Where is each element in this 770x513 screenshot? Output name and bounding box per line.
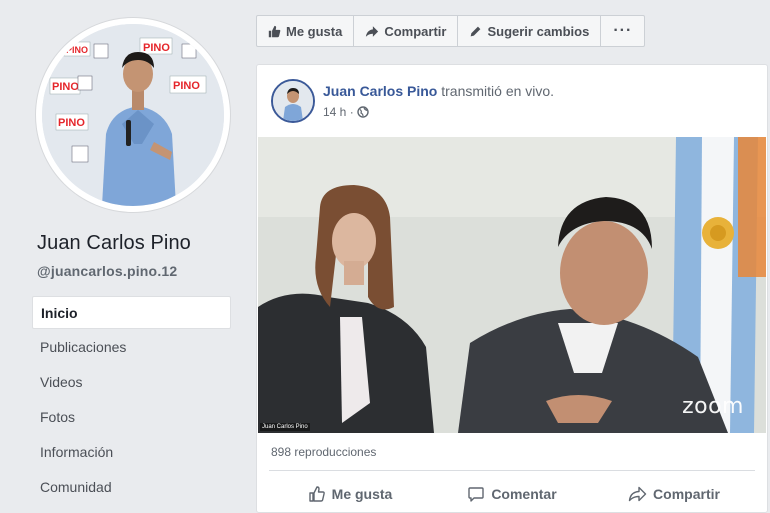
- video-frame: [258, 137, 766, 433]
- comment-button[interactable]: Comentar: [431, 477, 593, 511]
- sidebar-item-inicio[interactable]: Inicio: [32, 296, 231, 329]
- post-header: Juan Carlos Pino transmitió en vivo.: [323, 83, 554, 99]
- page-like-label: Me gusta: [286, 23, 343, 39]
- svg-text:PINO: PINO: [52, 81, 79, 93]
- view-count[interactable]: 898 reproducciones: [271, 445, 376, 459]
- post-author-avatar[interactable]: [271, 79, 315, 123]
- profile-photo-illustration: PINO PINO PINO PINO PINO: [42, 24, 224, 206]
- page-like-button[interactable]: Me gusta: [257, 16, 355, 46]
- thumbs-up-icon: [268, 25, 281, 38]
- post-meta: 14 h ·: [323, 105, 369, 119]
- profile-photo: PINO PINO PINO PINO PINO: [42, 24, 224, 206]
- comment-bubble-icon: [467, 485, 485, 503]
- share-arrow-icon: [365, 25, 379, 38]
- thumbs-up-outline-icon: [308, 485, 326, 503]
- sidebar-item-fotos[interactable]: Fotos: [32, 401, 231, 436]
- zoom-watermark: zoom: [682, 394, 744, 419]
- profile-picture[interactable]: PINO PINO PINO PINO PINO: [36, 18, 230, 212]
- post-actions-bar: Me gusta Comentar Compartir: [269, 477, 755, 511]
- share-outline-icon: [628, 486, 647, 502]
- more-options-button[interactable]: ···: [601, 16, 644, 46]
- svg-text:PINO: PINO: [58, 117, 85, 129]
- svg-text:PINO: PINO: [173, 80, 200, 92]
- live-video-post: Juan Carlos Pino transmitió en vivo. 14 …: [256, 64, 768, 513]
- suggest-edits-button[interactable]: Sugerir cambios: [458, 16, 602, 46]
- video-player[interactable]: zoom Juan Carlos Pino: [258, 137, 766, 433]
- post-like-button[interactable]: Me gusta: [269, 477, 431, 511]
- comment-label: Comentar: [491, 486, 557, 502]
- page-username[interactable]: @juancarlos.pino.12: [37, 263, 177, 279]
- page-share-button[interactable]: Compartir: [354, 16, 459, 46]
- sidebar-item-videos[interactable]: Videos: [32, 366, 231, 401]
- pencil-icon: [469, 25, 482, 38]
- page-action-toolbar: Me gusta Compartir Sugerir cambios ···: [256, 15, 646, 47]
- left-sidebar: PINO PINO PINO PINO PINO Juan Carlos Pin…: [0, 0, 243, 513]
- actions-divider: [269, 470, 755, 471]
- page-name[interactable]: Juan Carlos Pino: [37, 232, 191, 255]
- post-share-label: Compartir: [653, 486, 720, 502]
- sidebar-item-comunidad[interactable]: Comunidad: [32, 471, 231, 506]
- page-share-label: Compartir: [384, 23, 447, 39]
- svg-text:PINO: PINO: [143, 42, 170, 54]
- suggest-edits-label: Sugerir cambios: [487, 23, 590, 39]
- post-action-text: transmitió en vivo.: [437, 83, 555, 99]
- sidebar-item-informacion[interactable]: Información: [32, 436, 231, 471]
- post-timestamp[interactable]: 14 h ·: [323, 105, 354, 119]
- post-author-photo: [273, 81, 313, 121]
- post-share-button[interactable]: Compartir: [593, 477, 755, 511]
- video-name-caption: Juan Carlos Pino: [260, 423, 310, 431]
- svg-text:PINO: PINO: [66, 45, 88, 55]
- sidebar-nav: Inicio Publicaciones Videos Fotos Inform…: [32, 296, 231, 506]
- globe-icon: [356, 106, 369, 118]
- post-like-label: Me gusta: [331, 486, 393, 502]
- sidebar-item-publicaciones[interactable]: Publicaciones: [32, 331, 231, 366]
- post-author-name[interactable]: Juan Carlos Pino: [323, 83, 437, 99]
